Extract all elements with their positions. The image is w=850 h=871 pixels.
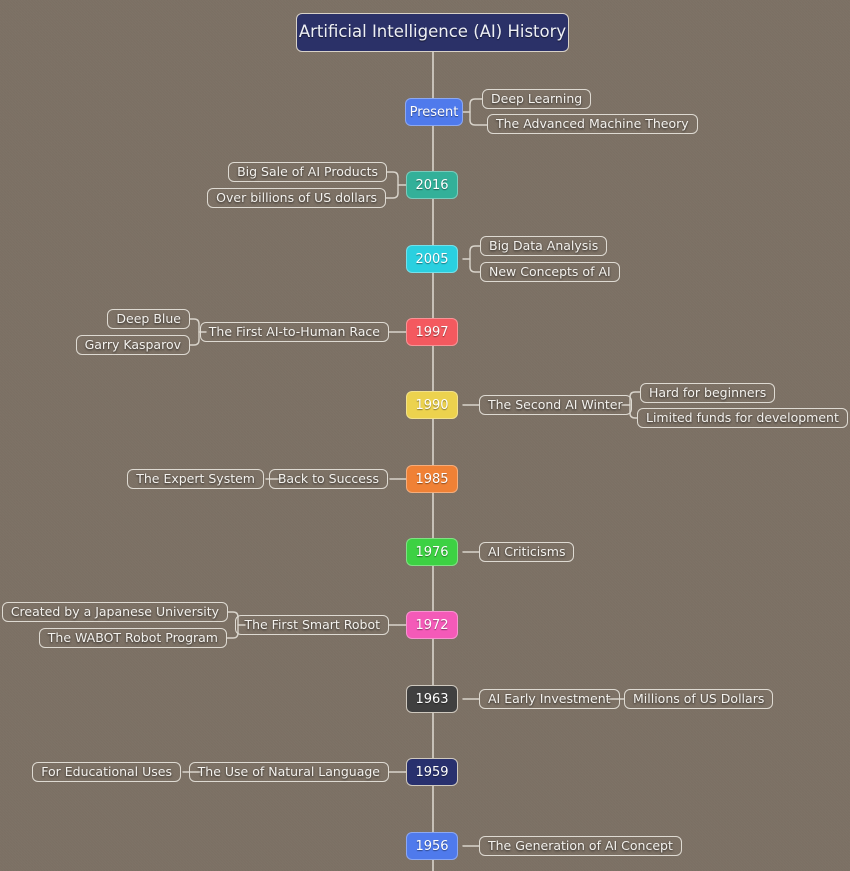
leaf-new-concepts-of-ai-label: New Concepts of AI: [489, 263, 611, 279]
leaf-deep-blue[interactable]: Deep Blue: [107, 309, 190, 329]
year-node-1985-label: 1985: [415, 471, 449, 487]
branch-first-ai-to-human-race-label: The First AI-to-Human Race: [208, 323, 380, 339]
year-node-1997-label: 1997: [415, 324, 449, 340]
year-node-1997[interactable]: 1997: [406, 318, 458, 346]
leaf-ai-criticisms[interactable]: AI Criticisms: [479, 542, 575, 562]
year-node-2016[interactable]: 2016: [406, 171, 458, 199]
year-node-1972-label: 1972: [415, 617, 449, 633]
leaf-hard-for-beginners-label: Hard for beginners: [649, 384, 767, 400]
leaf-limited-funds-for-development-label: Limited funds for development: [646, 409, 839, 425]
year-node-1976-label: 1976: [415, 544, 449, 560]
year-node-1959[interactable]: 1959: [406, 758, 458, 786]
year-node-1990[interactable]: 1990: [406, 391, 458, 419]
year-node-1990-label: 1990: [415, 397, 449, 413]
branch-use-of-natural-language[interactable]: The Use of Natural Language: [188, 762, 389, 782]
leaf-advanced-machine-theory-label: The Advanced Machine Theory: [496, 115, 689, 131]
root-title-label: Artificial Intelligence (AI) History: [298, 22, 567, 42]
year-node-1963-label: 1963: [415, 691, 449, 707]
year-node-present-label: Present: [409, 104, 459, 120]
branch-ai-early-investment-label: AI Early Investment: [488, 690, 611, 706]
leaf-garry-kasparov[interactable]: Garry Kasparov: [75, 335, 190, 355]
year-node-1956-label: 1956: [415, 838, 449, 854]
leaf-deep-blue-label: Deep Blue: [116, 310, 181, 326]
branch-first-smart-robot-label: The First Smart Robot: [244, 616, 380, 632]
branch-ai-early-investment[interactable]: AI Early Investment: [479, 689, 620, 709]
leaf-the-expert-system-label: The Expert System: [136, 470, 255, 486]
leaf-for-educational-uses[interactable]: For Educational Uses: [32, 762, 181, 782]
leaf-big-data-analysis-label: Big Data Analysis: [489, 237, 599, 253]
leaf-deep-learning-label: Deep Learning: [491, 90, 583, 106]
leaf-generation-of-ai-concept[interactable]: The Generation of AI Concept: [479, 836, 682, 856]
branch-first-smart-robot[interactable]: The First Smart Robot: [235, 615, 389, 635]
leaf-ai-criticisms-label: AI Criticisms: [488, 543, 566, 559]
year-node-2005[interactable]: 2005: [406, 245, 458, 273]
year-node-1976[interactable]: 1976: [406, 538, 458, 566]
year-node-2016-label: 2016: [415, 177, 449, 193]
year-node-1972[interactable]: 1972: [406, 611, 458, 639]
leaf-advanced-machine-theory[interactable]: The Advanced Machine Theory: [487, 114, 698, 134]
connector-lines: [182, 51, 641, 871]
leaf-the-expert-system[interactable]: The Expert System: [127, 469, 264, 489]
branch-back-to-success[interactable]: Back to Success: [268, 469, 388, 489]
leaf-big-sale-of-ai-products-label: Big Sale of AI Products: [237, 163, 378, 179]
leaf-garry-kasparov-label: Garry Kasparov: [84, 336, 181, 352]
branch-second-ai-winter-label: The Second AI Winter: [488, 396, 623, 412]
leaf-limited-funds-for-development[interactable]: Limited funds for development: [637, 408, 848, 428]
leaf-created-by-a-japanese-university[interactable]: Created by a Japanese University: [1, 602, 228, 622]
leaf-hard-for-beginners[interactable]: Hard for beginners: [640, 383, 776, 403]
leaf-over-billions-of-us-dollars-label: Over billions of US dollars: [216, 189, 377, 205]
leaf-wabot-robot-program[interactable]: The WABOT Robot Program: [38, 628, 227, 648]
leaf-deep-learning[interactable]: Deep Learning: [482, 89, 592, 109]
leaf-wabot-robot-program-label: The WABOT Robot Program: [47, 629, 218, 645]
leaf-generation-of-ai-concept-label: The Generation of AI Concept: [488, 837, 673, 853]
year-node-2005-label: 2005: [415, 251, 449, 267]
year-node-1985[interactable]: 1985: [406, 465, 458, 493]
year-node-1959-label: 1959: [415, 764, 449, 780]
year-node-present[interactable]: Present: [405, 98, 463, 126]
leaf-over-billions-of-us-dollars[interactable]: Over billions of US dollars: [207, 188, 386, 208]
branch-back-to-success-label: Back to Success: [277, 470, 379, 486]
year-node-1963[interactable]: 1963: [406, 685, 458, 713]
branch-first-ai-to-human-race[interactable]: The First AI-to-Human Race: [199, 322, 389, 342]
year-node-1956[interactable]: 1956: [406, 832, 458, 860]
branch-second-ai-winter[interactable]: The Second AI Winter: [479, 395, 632, 415]
background-texture: [0, 0, 850, 871]
leaf-created-by-a-japanese-university-label: Created by a Japanese University: [10, 603, 219, 619]
leaf-big-data-analysis[interactable]: Big Data Analysis: [480, 236, 608, 256]
leaf-millions-of-us-dollars[interactable]: Millions of US Dollars: [624, 689, 774, 709]
leaf-new-concepts-of-ai[interactable]: New Concepts of AI: [480, 262, 620, 282]
leaf-big-sale-of-ai-products[interactable]: Big Sale of AI Products: [228, 162, 387, 182]
root-title-node[interactable]: Artificial Intelligence (AI) History: [296, 13, 569, 52]
leaf-for-educational-uses-label: For Educational Uses: [41, 763, 172, 779]
leaf-millions-of-us-dollars-label: Millions of US Dollars: [633, 690, 765, 706]
mindmap-canvas: Artificial Intelligence (AI) History Pre…: [0, 0, 850, 871]
branch-use-of-natural-language-label: The Use of Natural Language: [197, 763, 380, 779]
